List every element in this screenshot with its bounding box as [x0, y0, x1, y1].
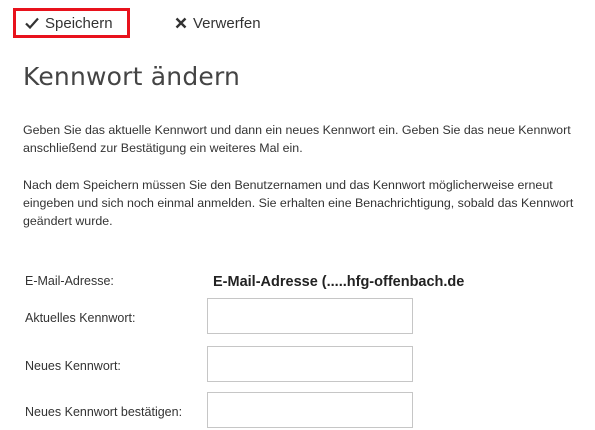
current-password-label: Aktuelles Kennwort:: [25, 311, 136, 325]
instruction-text: Geben Sie das aktuelle Kennwort und dann…: [23, 123, 571, 155]
confirm-password-row: Neues Kennwort bestätigen:: [23, 392, 583, 428]
email-value: E-Mail-Adresse (.....hfg-offenbach.de: [213, 274, 465, 290]
current-password-row: Aktuelles Kennwort:: [23, 298, 583, 334]
save-button-label: Speichern: [45, 14, 113, 32]
email-label: E-Mail-Adresse:: [25, 274, 114, 288]
close-icon: [175, 17, 187, 29]
new-password-label: Neues Kennwort:: [25, 359, 121, 373]
page-title: Kennwort ändern: [23, 62, 241, 91]
notice-text: Nach dem Speichern müssen Sie den Benutz…: [23, 178, 574, 228]
toolbar: Speichern Verwerfen: [13, 8, 413, 44]
confirm-password-label: Neues Kennwort bestätigen:: [25, 405, 183, 419]
discard-button[interactable]: Verwerfen: [175, 8, 261, 38]
confirm-password-field[interactable]: [207, 392, 413, 428]
new-password-row: Neues Kennwort:: [23, 346, 583, 382]
checkmark-icon: [25, 17, 39, 29]
current-password-field[interactable]: [207, 298, 413, 334]
discard-button-label: Verwerfen: [193, 14, 261, 32]
new-password-field[interactable]: [207, 346, 413, 382]
save-button[interactable]: Speichern: [13, 8, 130, 38]
